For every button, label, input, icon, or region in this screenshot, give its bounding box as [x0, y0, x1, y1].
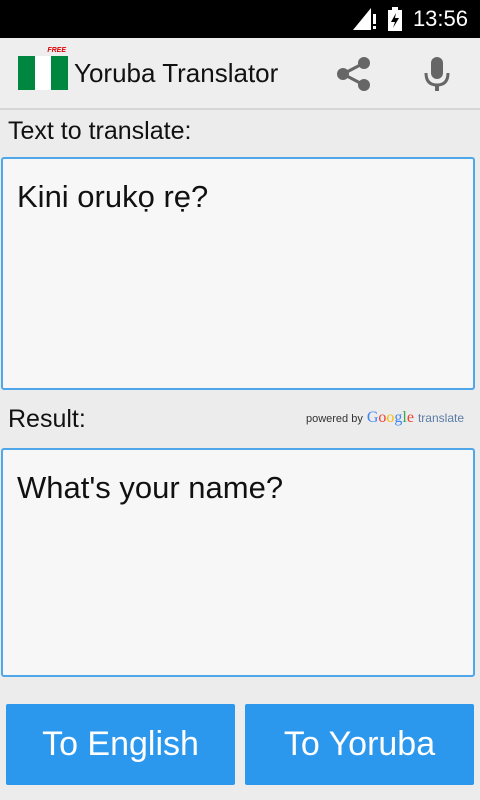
status-bar: 13:56 — [0, 0, 480, 38]
result-text-output[interactable]: What's your name? — [1, 448, 475, 677]
clock: 13:56 — [412, 6, 468, 31]
google-logo: Google — [366, 409, 414, 426]
mic-icon — [424, 57, 450, 91]
to-english-button[interactable]: To English — [6, 704, 235, 785]
powered-by-google-logo: powered by Google translate — [306, 409, 464, 427]
microphone-button[interactable] — [422, 55, 452, 95]
powered-by-text: powered by — [305, 413, 363, 425]
signal-icon — [353, 8, 376, 30]
app-title: Yoruba Translator — [74, 58, 279, 88]
result-label: Result: — [8, 405, 86, 433]
source-text-input[interactable]: Kini orukọ rẹ? — [1, 157, 475, 390]
source-label: Text to translate: — [8, 117, 192, 145]
app-bar: FREE Yoruba Translator — [0, 38, 480, 110]
translate-text: translate — [417, 411, 464, 425]
to-yoruba-button[interactable]: To Yoruba — [245, 704, 474, 785]
share-button[interactable] — [334, 56, 374, 92]
share-icon — [337, 57, 370, 91]
battery-charging-icon — [388, 7, 402, 31]
free-badge: FREE — [47, 47, 66, 54]
nigeria-flag-icon: FREE — [18, 47, 68, 90]
